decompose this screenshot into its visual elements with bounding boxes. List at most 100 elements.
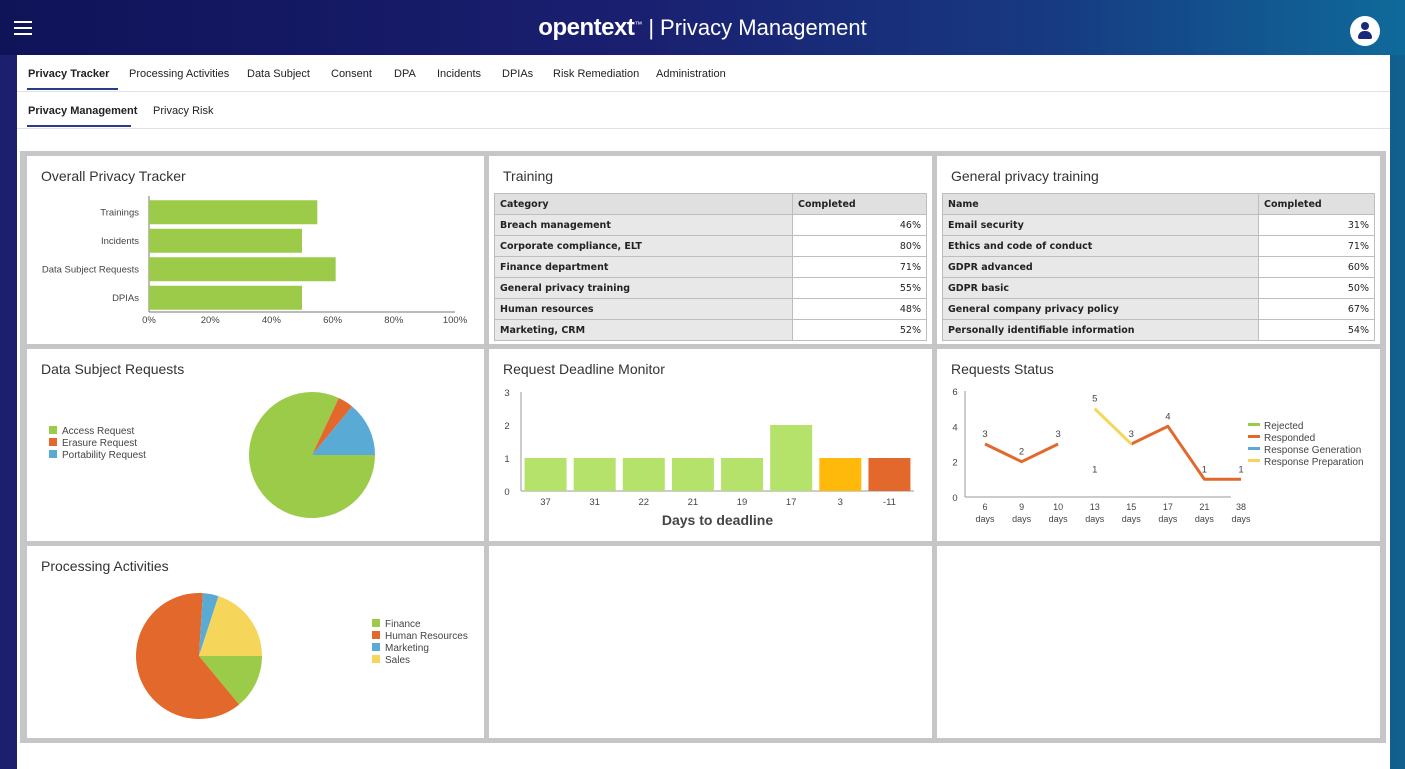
tab-privacy-management[interactable]: Privacy Management: [28, 105, 137, 117]
legend-label: Rejected: [1264, 421, 1304, 432]
tick-label: 100%: [443, 315, 468, 326]
tab-risk-remediation[interactable]: Risk Remediation: [553, 68, 639, 80]
secondary-nav: Privacy Management Privacy Risk: [17, 92, 1390, 129]
y-tick-label: 6: [952, 387, 957, 398]
x-tick-label: days: [1085, 514, 1105, 524]
tab-dpias[interactable]: DPIAs: [502, 68, 533, 80]
x-tick-label: 17: [786, 497, 797, 508]
y-tick-label: 3: [504, 388, 509, 399]
x-tick-label: days: [1049, 514, 1069, 524]
tab-privacy-risk[interactable]: Privacy Risk: [153, 105, 214, 117]
table-row: Finance department 71%: [494, 256, 927, 278]
data-label: 1: [1092, 464, 1097, 475]
y-tick-label: 1: [504, 454, 509, 465]
tab-processing-activities[interactable]: Processing Activities: [129, 68, 229, 80]
x-tick-label: days: [1122, 514, 1142, 524]
bar: [149, 257, 336, 282]
x-tick-label: 13: [1090, 502, 1100, 512]
legend-label: Sales: [385, 655, 411, 666]
legend-swatch: [1248, 423, 1260, 426]
x-tick-label: 9: [1019, 502, 1024, 512]
x-tick-label: 21: [688, 497, 699, 508]
legend-swatch: [1248, 435, 1260, 438]
bar: [524, 458, 567, 491]
x-tick-label: 3: [838, 497, 843, 508]
data-label: 4: [1165, 411, 1170, 422]
status-legend: Rejected Responded Response Generation R…: [1248, 421, 1364, 469]
tab-dpa[interactable]: DPA: [394, 68, 416, 80]
name-cell: General company privacy policy: [942, 298, 1259, 320]
tab-incidents[interactable]: Incidents: [437, 68, 481, 80]
completed-cell: 71%: [1258, 235, 1375, 257]
table-row: GDPR advanced 60%: [942, 256, 1375, 278]
bar: [149, 200, 318, 225]
tick-label: 40%: [262, 315, 282, 326]
legend-label: Human Resources: [385, 631, 468, 642]
legend-label: Marketing: [385, 643, 429, 654]
panel-requests-status: Requests Status 0 2 4 6 6 days 9 days 10 days 13 da…: [937, 349, 1380, 541]
bar: [868, 458, 911, 491]
x-tick-label: 19: [737, 497, 748, 508]
y-tick-label: 2: [504, 421, 509, 432]
x-tick-label: days: [1231, 514, 1251, 524]
app-header: opentext™ | Privacy Management: [0, 0, 1405, 55]
x-tick-label: 17: [1163, 502, 1173, 512]
bar: [819, 458, 862, 491]
processing-legend: Finance Human Resources Marketing Sales: [372, 619, 468, 667]
data-label: 3: [1055, 429, 1060, 440]
legend-swatch: [372, 655, 380, 663]
tab-administration[interactable]: Administration: [656, 68, 726, 80]
column-header: Completed: [1258, 193, 1375, 215]
legend-item: Sales: [372, 655, 468, 667]
bar: [573, 458, 616, 491]
completed-cell: 31%: [1258, 214, 1375, 236]
legend-swatch: [372, 643, 380, 651]
tab-consent[interactable]: Consent: [331, 68, 372, 80]
training-table: Category Completed Breach management 46% …: [494, 193, 927, 341]
legend-swatch: [1248, 447, 1260, 450]
table-row: General privacy training 55%: [494, 277, 927, 299]
table-row: General company privacy policy 67%: [942, 298, 1375, 320]
panel-empty: [937, 546, 1380, 738]
table-row: GDPR basic 50%: [942, 277, 1375, 299]
x-tick-label: days: [1158, 514, 1178, 524]
bar: [671, 458, 714, 491]
tab-privacy-tracker[interactable]: Privacy Tracker: [28, 68, 109, 80]
app-title: opentext™ | Privacy Management: [0, 14, 1405, 42]
panel-training: Training Category Completed Breach manag…: [489, 156, 932, 344]
legend-item: Finance: [372, 619, 468, 631]
x-tick-label: 15: [1126, 502, 1136, 512]
series-line: [1093, 407, 1133, 446]
table-row: Ethics and code of conduct 71%: [942, 235, 1375, 257]
tab-data-subject[interactable]: Data Subject: [247, 68, 310, 80]
completed-cell: 52%: [792, 319, 927, 341]
overall-bar-chart: Trainings Incidents Data Subject Requests D…: [42, 196, 468, 326]
legend-swatch: [1248, 459, 1260, 462]
x-tick-label: 21: [1199, 502, 1209, 512]
category-label: DPIAs: [112, 293, 139, 304]
completed-cell: 46%: [792, 214, 927, 236]
table-header-row: Name Completed: [942, 193, 1375, 215]
completed-cell: 55%: [792, 277, 927, 299]
deadline-bar-chart: 0 1 2 3 37 31 22 21 19 17 3 -11 Days to deadline: [504, 388, 914, 528]
panel-overall-privacy-tracker: Overall Privacy Tracker Trainings Inciden…: [27, 156, 484, 344]
product-name: Privacy Management: [660, 15, 867, 40]
active-subtab-indicator: [27, 125, 131, 127]
dashboard-grid: Overall Privacy Tracker Trainings Inciden…: [20, 151, 1386, 743]
bar: [149, 228, 302, 253]
table-row: Breach management 46%: [494, 214, 927, 236]
y-tick-label: 2: [952, 458, 957, 469]
panel-data-subject-requests: Data Subject Requests Access Request Era…: [27, 349, 484, 541]
tick-label: 20%: [201, 315, 221, 326]
brand-logo: opentext: [538, 14, 635, 41]
trademark: ™: [634, 19, 643, 29]
y-tick-label: 4: [952, 422, 957, 433]
column-header: Completed: [792, 193, 927, 215]
user-avatar-icon[interactable]: [1350, 16, 1380, 46]
category-cell: Corporate compliance, ELT: [494, 235, 793, 257]
x-tick-label: 10: [1053, 502, 1063, 512]
legend-item: Human Resources: [372, 631, 468, 643]
completed-cell: 50%: [1258, 277, 1375, 299]
category-cell: Marketing, CRM: [494, 319, 793, 341]
legend-item: Response Preparation: [1248, 457, 1364, 469]
